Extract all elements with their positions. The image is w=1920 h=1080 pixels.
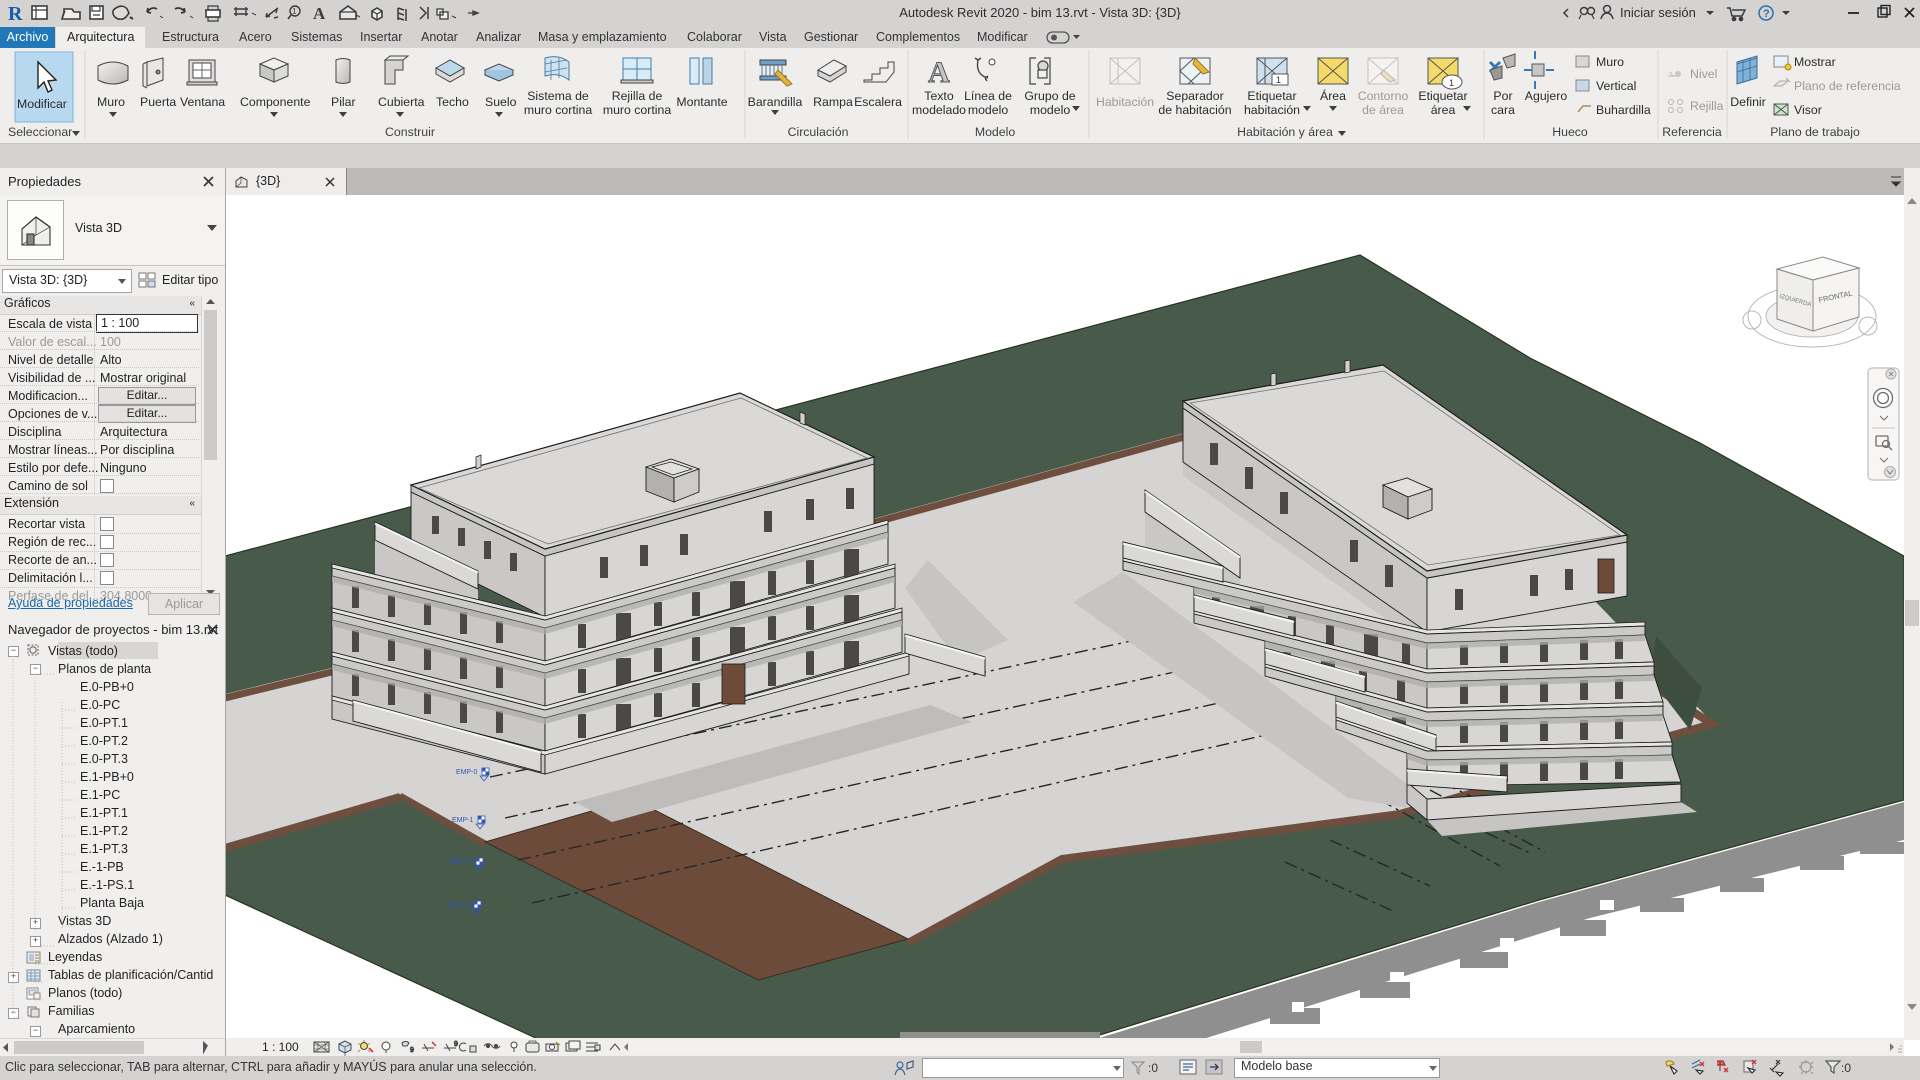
- svg-text::0: :0: [1841, 1061, 1851, 1075]
- svg-text:1: 1: [292, 7, 297, 16]
- svg-text:Cubierta: Cubierta: [378, 95, 425, 109]
- svg-text:Buhardilla: Buhardilla: [1596, 103, 1651, 117]
- svg-text:Por: Por: [1493, 89, 1512, 103]
- svg-text:Plano de trabajo: Plano de trabajo: [1770, 125, 1860, 139]
- svg-text:Iniciar sesión: Iniciar sesión: [1620, 5, 1696, 20]
- svg-text:Construir: Construir: [385, 125, 435, 139]
- svg-text:Línea de: Línea de: [964, 89, 1012, 103]
- svg-text:Seleccionar: Seleccionar: [8, 125, 72, 139]
- svg-text:?: ?: [1763, 8, 1770, 20]
- svg-text:1 : 100: 1 : 100: [262, 1040, 299, 1054]
- svg-text:muro cortina: muro cortina: [603, 103, 672, 117]
- svg-text:Rejilla de: Rejilla de: [612, 89, 663, 103]
- svg-text:de área: de área: [1362, 103, 1404, 117]
- svg-text:Plano de referencia: Plano de referencia: [1794, 79, 1901, 93]
- svg-text:Suelo: Suelo: [485, 95, 517, 109]
- svg-text:Referencia: Referencia: [1662, 125, 1722, 139]
- svg-text:Agujero: Agujero: [1525, 89, 1568, 103]
- svg-text:Modelo: Modelo: [975, 125, 1015, 139]
- svg-text:cara: cara: [1491, 103, 1515, 117]
- svg-text:EMP-0: EMP-0: [456, 769, 478, 776]
- svg-text:Habitación y área: Habitación y área: [1237, 125, 1333, 139]
- svg-text:Escalera: Escalera: [854, 95, 902, 109]
- svg-text:Ventana: Ventana: [180, 95, 225, 109]
- svg-text:EMP-1: EMP-1: [452, 817, 474, 824]
- svg-text:Modificar: Modificar: [17, 97, 67, 111]
- svg-text:Grupo de: Grupo de: [1024, 89, 1075, 103]
- svg-text:de habitación: de habitación: [1158, 103, 1231, 117]
- svg-text:1: 1: [1449, 78, 1454, 88]
- svg-text:1: 1: [1276, 75, 1281, 85]
- svg-text:modelo: modelo: [1030, 103, 1070, 117]
- svg-text:Circulación: Circulación: [788, 125, 849, 139]
- svg-text:Componente: Componente: [240, 95, 311, 109]
- svg-text:Hueco: Hueco: [1552, 125, 1588, 139]
- svg-text:9: 9: [410, 1047, 414, 1054]
- svg-text:EMP-3: EMP-3: [448, 902, 470, 909]
- svg-text:Nivel: Nivel: [1690, 67, 1717, 81]
- svg-text:9: 9: [454, 1041, 458, 1048]
- svg-text:Pilar: Pilar: [331, 95, 356, 109]
- svg-text:muro cortina: muro cortina: [524, 103, 593, 117]
- svg-text:Área: Área: [1320, 88, 1346, 103]
- svg-text:A: A: [928, 56, 950, 89]
- svg-text:Techo: Techo: [436, 95, 469, 109]
- svg-text:Etiquetar: Etiquetar: [1247, 89, 1296, 103]
- svg-text:Sistema de: Sistema de: [527, 89, 589, 103]
- svg-text:Puerta: Puerta: [140, 95, 176, 109]
- svg-text:Rejilla: Rejilla: [1690, 99, 1724, 113]
- svg-text:Habitación: Habitación: [1096, 95, 1154, 109]
- svg-text::0: :0: [1148, 1061, 1158, 1075]
- svg-text:Autodesk Revit 2020 - bim 13.r: Autodesk Revit 2020 - bim 13.rvt - Vista…: [899, 5, 1181, 20]
- svg-text:Separador: Separador: [1166, 89, 1223, 103]
- svg-text:EMP-2: EMP-2: [450, 859, 472, 866]
- svg-text:modelado: modelado: [912, 103, 966, 117]
- svg-text:Muro: Muro: [1596, 55, 1624, 69]
- svg-text:Contorno: Contorno: [1358, 89, 1409, 103]
- svg-text:Visor: Visor: [1794, 103, 1822, 117]
- svg-text:Rampa: Rampa: [813, 95, 853, 109]
- svg-text:Definir: Definir: [1730, 95, 1766, 109]
- svg-text:R: R: [8, 3, 23, 25]
- svg-text:Mostrar: Mostrar: [1794, 55, 1836, 69]
- svg-text:Vertical: Vertical: [1596, 79, 1636, 93]
- svg-text:Etiquetar: Etiquetar: [1418, 89, 1467, 103]
- svg-text:Muro: Muro: [97, 95, 125, 109]
- svg-text:habitación: habitación: [1244, 103, 1300, 117]
- svg-text:Montante: Montante: [676, 95, 727, 109]
- svg-text:Texto: Texto: [924, 89, 954, 103]
- svg-text:Barandilla: Barandilla: [748, 95, 803, 109]
- svg-text:A: A: [313, 4, 326, 23]
- svg-text:área: área: [1431, 103, 1456, 117]
- svg-text:modelo: modelo: [968, 103, 1008, 117]
